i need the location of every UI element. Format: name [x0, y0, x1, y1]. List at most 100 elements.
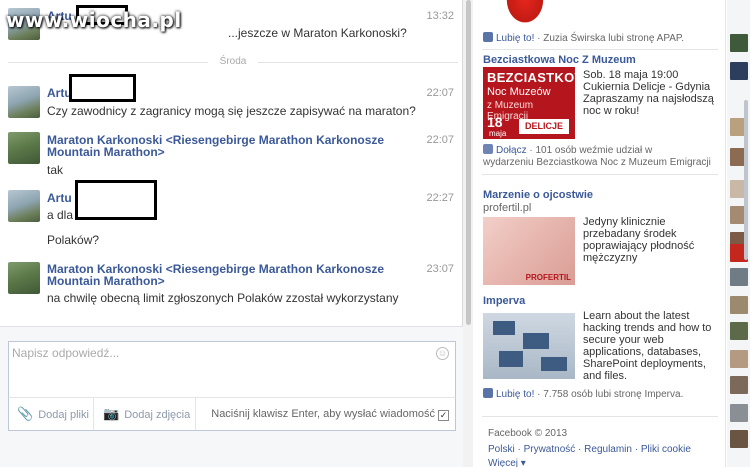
ad-title[interactable]: Bezciastkowa Noc Z Muzeum: [483, 54, 636, 66]
ad-body-line: secure your web: [583, 334, 664, 346]
ad-image-text: 18: [487, 114, 503, 130]
friend-avatar[interactable]: [730, 62, 748, 80]
ad-body-line: applications, databases,: [583, 346, 702, 358]
ad-body: Jedyny klinicznie przebadany środek popr…: [583, 216, 694, 264]
page-like-story: Lubię to! · 7.758 osób lubi stronę Imper…: [483, 388, 683, 400]
friend-avatar[interactable]: [730, 430, 748, 448]
ad-title[interactable]: Imperva: [483, 295, 525, 307]
ad-image-text: maja: [489, 129, 507, 138]
reply-box: ☺: [8, 341, 456, 401]
ad-body-line: przebadany środek: [583, 228, 677, 240]
friend-avatar[interactable]: [730, 268, 748, 286]
ad-image[interactable]: PROFERTIL: [483, 217, 575, 285]
add-photos-button[interactable]: 📷 Dodaj zdjęcia: [103, 398, 190, 430]
footer-link-privacy[interactable]: Prywatność: [524, 444, 576, 455]
ad-body-line: SharePoint deployments,: [583, 358, 706, 370]
join-text-line2: wydarzeniu Bezciastkowa Noc z Muzeum Emi…: [483, 157, 711, 168]
ad-image-text: PROFERTIL: [525, 273, 571, 282]
right-sidebar: Lubię to! · Zuzia Świrska lubi stronę AP…: [474, 0, 726, 467]
friend-avatar[interactable]: [730, 322, 748, 340]
message-time: 13:32: [426, 10, 454, 22]
ad-body-line: mężczyzny: [583, 252, 638, 264]
avatar[interactable]: [8, 132, 40, 164]
footer-copyright: Facebook © 2013: [488, 428, 568, 439]
friend-avatar[interactable]: [730, 350, 748, 368]
divider-line: [258, 62, 458, 63]
watermark-text: www.wiocha.pl: [6, 8, 182, 32]
sender-name-line2[interactable]: Mountain Marathon>: [47, 146, 165, 159]
avatar[interactable]: [8, 190, 40, 222]
message-time: 22:27: [426, 192, 454, 204]
page-like-story: Lubię to! · Zuzia Świrska lubi stronę AP…: [483, 32, 684, 44]
ad-url[interactable]: profertil.pl: [483, 202, 531, 214]
message-text: Polaków?: [47, 233, 100, 247]
thumbs-up-icon: [483, 388, 493, 398]
footer-link-terms[interactable]: Regulamin: [584, 444, 632, 455]
day-divider: Środa: [8, 56, 458, 68]
sender-name-line2[interactable]: Mountain Marathon>: [47, 275, 165, 288]
ad-image-text: BEZCIASTKOWA: [487, 70, 597, 85]
redaction-box: [69, 74, 136, 102]
thumbs-up-icon: [483, 32, 493, 42]
ad-body-line: and files.: [583, 370, 628, 382]
message-time: 23:07: [426, 263, 454, 275]
message-item: Maraton Karkonoski <Riesengebirge Marath…: [8, 132, 458, 178]
footer-link-language[interactable]: Polski: [488, 444, 515, 455]
message-item: Maraton Karkonoski <Riesengebirge Marath…: [8, 262, 458, 308]
scrollbar-thumb[interactable]: [466, 0, 471, 325]
sidebar-divider: [482, 174, 718, 175]
add-files-label: Dodaj pliki: [38, 409, 89, 421]
ad-body-line: Sob. 18 maja 19:00: [583, 69, 679, 81]
paperclip-icon: 📎: [17, 406, 34, 421]
message-text: ...jeszcze w Maraton Karkonoski?: [228, 26, 407, 40]
camera-icon: 📷: [103, 406, 120, 421]
ad-body-line: Learn about the latest: [583, 310, 690, 322]
ad-body-line: Jedyny klinicznie: [583, 216, 666, 228]
like-link[interactable]: Lubię to!: [496, 389, 534, 400]
footer-more-link[interactable]: Więcej ▾: [488, 458, 526, 467]
ad-image[interactable]: [483, 313, 575, 379]
message-text: Czy zawodnicy z zagranicy mogą się jeszc…: [47, 104, 416, 118]
sidebar-divider: [482, 416, 718, 417]
ad-image-text: Noc Muzeów: [487, 86, 551, 98]
friend-avatar[interactable]: [730, 376, 748, 394]
ad-image-shape: [523, 333, 549, 349]
ad-image-shape: [499, 351, 523, 367]
ad-image[interactable]: BEZCIASTKOWA Noc Muzeów z Muzeum Emigrac…: [483, 67, 596, 139]
enter-to-send-checkbox[interactable]: ✓: [438, 410, 449, 421]
join-link[interactable]: Dołącz: [496, 145, 527, 156]
toolbar-divider: [195, 398, 196, 430]
enter-to-send-toggle[interactable]: Naciśnij klawisz Enter, aby wysłać wiado…: [211, 398, 449, 430]
friend-avatar[interactable]: [730, 296, 748, 314]
friend-avatar[interactable]: [730, 404, 748, 422]
add-files-button[interactable]: 📎 Dodaj pliki: [17, 398, 89, 430]
message-time: 22:07: [426, 134, 454, 146]
ad-body-line: hacking trends and how to: [583, 322, 712, 334]
ad-body: Sob. 18 maja 19:00 Cukiernia Delicje - G…: [583, 69, 714, 117]
ad-body: Learn about the latest hacking trends an…: [583, 310, 711, 382]
like-story-text: 7.758 osób lubi stronę Imperva.: [543, 389, 684, 400]
friend-avatar[interactable]: [730, 34, 748, 52]
ad-body-line: poprawiający płodność: [583, 240, 695, 252]
reply-input[interactable]: [12, 346, 432, 396]
chat-sidebar-scrollbar[interactable]: [744, 100, 748, 260]
like-story-text: Zuzia Świrska lubi stronę APAP.: [543, 33, 685, 44]
join-text: 101 osób weźmie udział w: [535, 145, 653, 156]
message-thread: Artu 13:32 ...jeszcze w Maraton Karkonos…: [0, 0, 463, 467]
like-link[interactable]: Lubię to!: [496, 33, 534, 44]
footer-link-cookies[interactable]: Pliki cookie: [641, 444, 691, 455]
sender-name[interactable]: Artu: [47, 192, 72, 205]
ad-body-line: noc w roku!: [583, 105, 640, 117]
ad-image-shape: [493, 321, 515, 335]
ad-image-partial[interactable]: [504, 0, 546, 26]
smiley-icon[interactable]: ☺: [436, 347, 449, 360]
message-time: 22:07: [426, 87, 454, 99]
ad-image-text: DELICJE: [519, 119, 569, 134]
event-join-row: Dołącz · 101 osób weźmie udział w: [483, 144, 652, 156]
ad-body-line: Cukiernia Delicje - Gdynia: [583, 81, 711, 93]
sender-name[interactable]: Artu: [47, 87, 72, 100]
message-text: a dla: [47, 208, 74, 222]
avatar[interactable]: [8, 262, 40, 294]
ad-title[interactable]: Marzenie o ojcostwie: [483, 189, 593, 201]
avatar[interactable]: [8, 86, 40, 118]
